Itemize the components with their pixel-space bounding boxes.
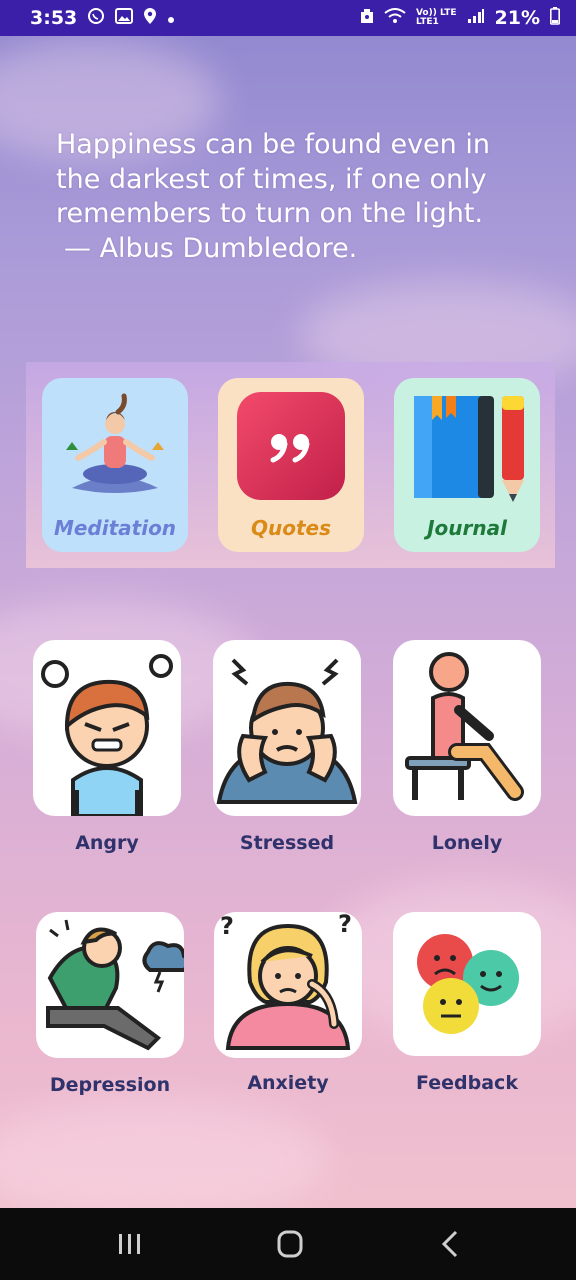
recent-apps-button[interactable] [110,1228,150,1260]
feedback-faces-icon [417,934,519,1034]
meditation-label: Meditation [53,516,177,540]
anxiety-card[interactable]: ? ? [214,912,362,1058]
quote-line: remembers to turn on the light. [56,198,484,229]
journal-button[interactable]: Journal [394,378,540,552]
feedback-label: Feedback [416,1072,518,1094]
quote-text: Happiness can be found even in the darke… [56,128,526,266]
recent-apps-icon [119,1234,140,1254]
angry-face-icon [41,654,173,816]
journal-icon [414,396,524,502]
anxiety-person-icon: ? ? [220,912,352,1050]
wifi-icon [384,8,406,28]
quote-author: — Albus Dumbledore. [64,232,358,264]
whatsapp-icon [87,7,105,29]
signal-icon [467,8,485,28]
journal-label: Journal [427,516,507,540]
quote-marks-icon [237,392,345,500]
lonely-card[interactable] [393,640,541,816]
stressed-label: Stressed [239,832,335,854]
anxiety-label: Anxiety [247,1072,329,1094]
depression-card[interactable] [36,912,184,1058]
quote-line: Happiness can be found even in [56,129,490,160]
lonely-person-icon [405,652,524,801]
status-bar: 3:53 Vo)) LTE LTE1 21% [0,0,576,36]
network-label: Vo)) LTE LTE1 [415,8,457,27]
depression-label: Depression [49,1074,171,1096]
navigation-bar [0,1208,576,1280]
svg-text:?: ? [220,912,234,940]
lonely-label: Lonely [431,832,503,854]
home-icon [277,1230,303,1258]
clock: 3:53 [30,7,78,29]
quote-line: the darkest of times, if one only [56,163,487,195]
svg-text:?: ? [338,912,352,938]
stressed-face-icon [216,658,358,804]
back-button[interactable] [430,1228,470,1260]
angry-label: Angry [75,832,139,854]
location-icon [143,7,157,29]
quotes-label: Quotes [250,516,331,540]
feedback-card[interactable] [393,912,541,1056]
stressed-card[interactable] [213,640,361,816]
quotes-button[interactable]: Quotes [218,378,364,552]
tools-strip: Meditation Quotes Journal [26,362,555,568]
depression-person-icon [46,919,184,1051]
data-saver-icon [360,8,374,28]
gallery-icon [115,8,134,28]
battery-icon [550,7,560,29]
dot-icon [167,9,175,28]
home-button[interactable] [270,1228,310,1260]
battery-percent: 21% [494,7,540,29]
back-chevron-icon [441,1230,458,1258]
angry-card[interactable] [33,640,181,816]
meditation-button[interactable]: Meditation [42,378,188,552]
meditation-icon [66,393,164,493]
